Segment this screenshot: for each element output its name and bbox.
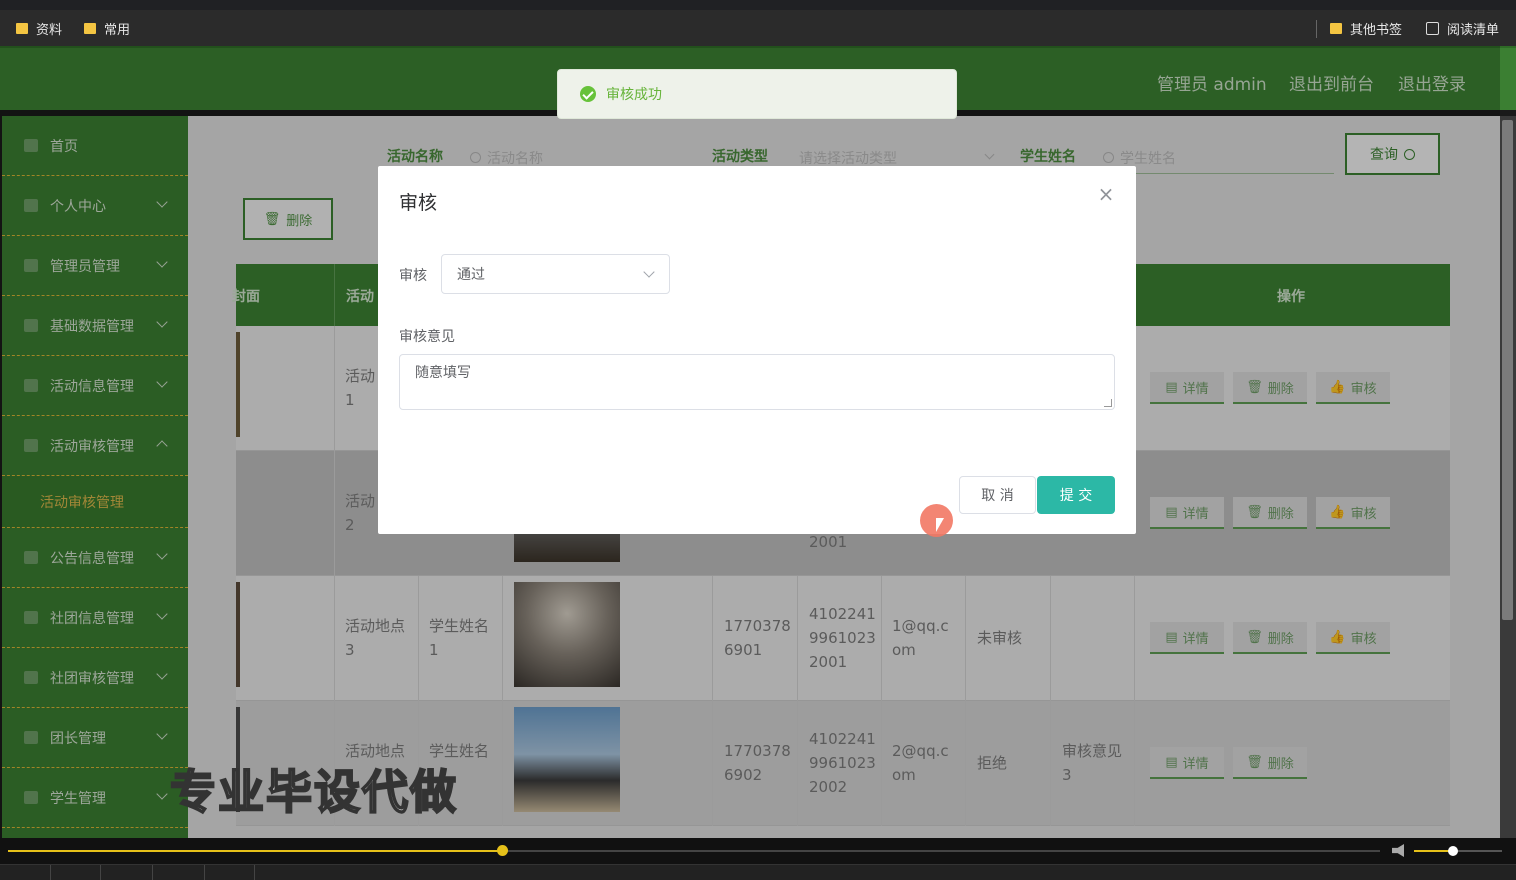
volume-icon[interactable] [1392, 844, 1404, 857]
volume-track[interactable] [1414, 850, 1502, 852]
volume-knob[interactable] [1447, 846, 1458, 856]
folder-icon [84, 23, 96, 34]
toast-message: 审核成功 [606, 87, 662, 103]
opinion-field-label: 审核意见 [399, 329, 455, 345]
mouse-cursor-icon [936, 518, 944, 532]
reading-list-button[interactable]: 阅读清单 [1426, 19, 1499, 38]
audit-field-label: 审核 [399, 268, 427, 284]
resize-handle-icon[interactable] [1104, 399, 1112, 407]
bookmark-label: 资料 [36, 23, 63, 38]
watermark-text: 专业毕设代做 [169, 764, 458, 820]
progress-track[interactable] [8, 850, 1380, 852]
audit-dialog: 审核 × 审核 通过 审核意见 随意填写 取 消 提 交 [378, 166, 1136, 534]
volume-fill [1414, 850, 1452, 852]
success-toast: 审核成功 [557, 69, 957, 119]
page-scrollbar[interactable] [1500, 116, 1516, 838]
close-icon[interactable]: × [1096, 184, 1116, 204]
divider [100, 865, 101, 880]
bookmark-label: 其他书签 [1350, 23, 1403, 38]
bookmark-folder-changyong[interactable]: 常用 [84, 19, 130, 38]
player-controls-strip [0, 864, 1516, 880]
progress-fill [8, 850, 502, 852]
reading-list-icon [1426, 22, 1439, 35]
divider [50, 865, 51, 880]
submit-button[interactable]: 提 交 [1037, 476, 1115, 514]
browser-top-bar [0, 0, 1516, 10]
video-player-bar [0, 838, 1516, 880]
dialog-title: 审核 [399, 192, 438, 214]
bookmark-folder-ziliao[interactable]: 资料 [16, 19, 62, 38]
divider [254, 865, 255, 880]
reading-list-label: 阅读清单 [1447, 23, 1500, 38]
textarea-value: 随意填写 [415, 365, 471, 381]
folder-icon [1330, 23, 1342, 34]
bookmarks-bar: 资料 常用 其他书签 阅读清单 [0, 10, 1516, 46]
folder-icon [16, 23, 28, 34]
select-value: 通过 [457, 267, 485, 283]
opinion-textarea[interactable]: 随意填写 [399, 354, 1115, 410]
audit-result-select[interactable]: 通过 [441, 254, 670, 294]
scrollbar-thumb[interactable] [1502, 120, 1513, 620]
bookmark-label: 常用 [104, 23, 131, 38]
cancel-button[interactable]: 取 消 [959, 476, 1036, 514]
chevron-down-icon [643, 266, 655, 278]
divider [204, 865, 205, 880]
divider [152, 865, 153, 880]
divider [1316, 20, 1317, 38]
bookmark-other[interactable]: 其他书签 [1330, 19, 1402, 38]
check-circle-icon [580, 86, 596, 102]
app-window: 资料 常用 其他书签 阅读清单 管理员 admin 退出到前台 退出登录 首页 … [0, 0, 1516, 880]
progress-knob[interactable] [496, 845, 508, 856]
